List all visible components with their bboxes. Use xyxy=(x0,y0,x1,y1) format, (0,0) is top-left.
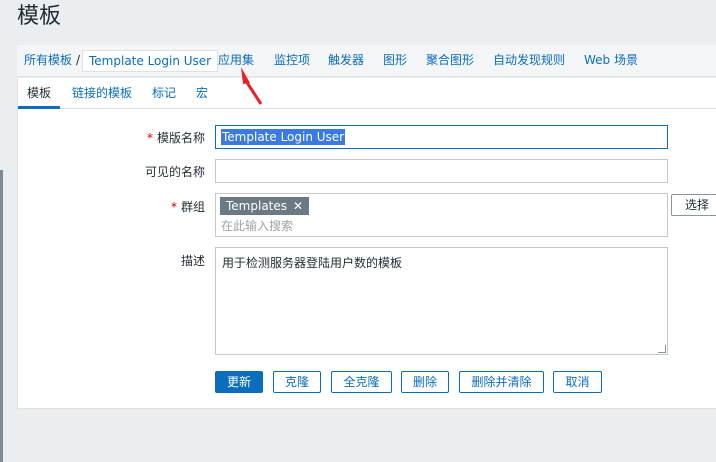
annotation-arrow-icon xyxy=(241,67,263,105)
